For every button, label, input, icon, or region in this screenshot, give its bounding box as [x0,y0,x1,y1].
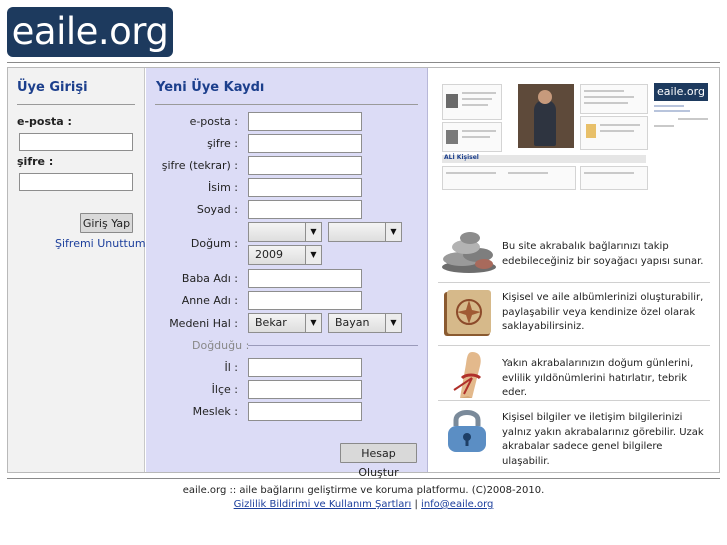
footer-separator: | [414,499,418,510]
birth-year-value: 2009 [255,248,283,261]
marital-select[interactable]: Bekar ▼ [248,313,322,333]
reg-district-input[interactable] [248,380,362,399]
feature-text-3: Yakın akrabalarınızın doğum günlerini, e… [502,358,694,398]
reg-password-input[interactable] [248,134,362,153]
chevron-down-icon: ▼ [385,314,401,332]
preview-tab-label: ALİ Kişisel [444,154,479,161]
feature-divider [438,400,710,401]
site-preview-image: eaile.org ALİ Kişisel [438,78,710,190]
reg-father-label: Baba Adı : [181,272,238,285]
footer-links: Gizlilik Bildirimi ve Kullanım Şartları … [0,499,727,510]
album-icon [444,290,491,336]
forgot-password-link[interactable]: Şifremi Unuttum > [55,237,158,250]
reg-birthplace-label: Doğduğu : [192,339,250,352]
reg-mother-input[interactable] [248,291,362,310]
reg-name-label: İsim : [208,181,238,194]
login-divider [17,104,135,105]
login-email-input[interactable] [19,133,133,151]
padlock-icon [448,410,486,452]
reg-province-label: İl : [224,361,238,374]
chevron-down-icon: ▼ [305,223,321,241]
gender-select[interactable]: Bayan ▼ [328,313,402,333]
preview-logo: eaile.org [654,83,708,101]
contact-email-link[interactable]: info@eaile.org [421,499,493,510]
reg-surname-input[interactable] [248,200,362,219]
reg-job-label: Meslek : [192,405,238,418]
login-button[interactable]: Giriş Yap [80,213,133,233]
privacy-terms-link[interactable]: Gizlilik Bildirimi ve Kullanım Şartları [234,499,412,510]
login-password-label: şifre : [17,155,54,168]
reg-mother-label: Anne Adı : [181,294,238,307]
feature-text-1: Bu site akrabalık bağlarınızı takip edeb… [502,241,704,267]
create-account-button[interactable]: Hesap Oluştur [340,443,417,479]
birth-month-select[interactable]: ▼ [328,222,402,242]
header-divider [7,62,720,63]
birthplace-divider [248,345,418,346]
reg-province-input[interactable] [248,358,362,377]
reg-birth-label: Doğum : [190,237,238,250]
footer-copyright: eaile.org :: aile bağlarını geliştirme v… [182,485,545,496]
reg-district-label: İlçe : [211,383,238,396]
reg-marital-label: Medeni Hal : [169,317,238,330]
stones-icon [442,232,496,273]
feature-divider [438,282,710,283]
login-title: Üye Girişi [17,80,88,95]
site-logo[interactable]: eaile.org [7,7,173,57]
chevron-down-icon: ▼ [385,223,401,241]
feature-text-4: Kişisel bilgiler ve iletişim bilgilerini… [502,412,704,467]
reg-password2-label: şifre (tekrar) : [161,159,238,172]
feature-divider [438,345,710,346]
login-panel [8,68,145,472]
reg-password2-input[interactable] [248,156,362,175]
reg-surname-label: Soyad : [196,203,238,216]
login-password-input[interactable] [19,173,133,191]
feature-text-2: Kişisel ve aile albümlerinizi oluşturabi… [502,292,704,332]
register-divider [155,104,418,105]
string-finger-icon [453,352,482,398]
reg-email-input[interactable] [248,112,362,131]
marital-value: Bekar [255,316,287,329]
reg-job-input[interactable] [248,402,362,421]
footer-divider [7,478,720,479]
birth-day-select[interactable]: ▼ [248,222,322,242]
register-title: Yeni Üye Kaydı [156,80,265,95]
chevron-down-icon: ▼ [305,246,321,264]
reg-father-input[interactable] [248,269,362,288]
reg-name-input[interactable] [248,178,362,197]
login-email-label: e-posta : [17,115,72,128]
chevron-down-icon: ▼ [305,314,321,332]
gender-value: Bayan [335,316,370,329]
reg-email-label: e-posta : [189,115,238,128]
reg-password-label: şifre : [207,137,238,150]
birth-year-select[interactable]: 2009 ▼ [248,245,322,265]
